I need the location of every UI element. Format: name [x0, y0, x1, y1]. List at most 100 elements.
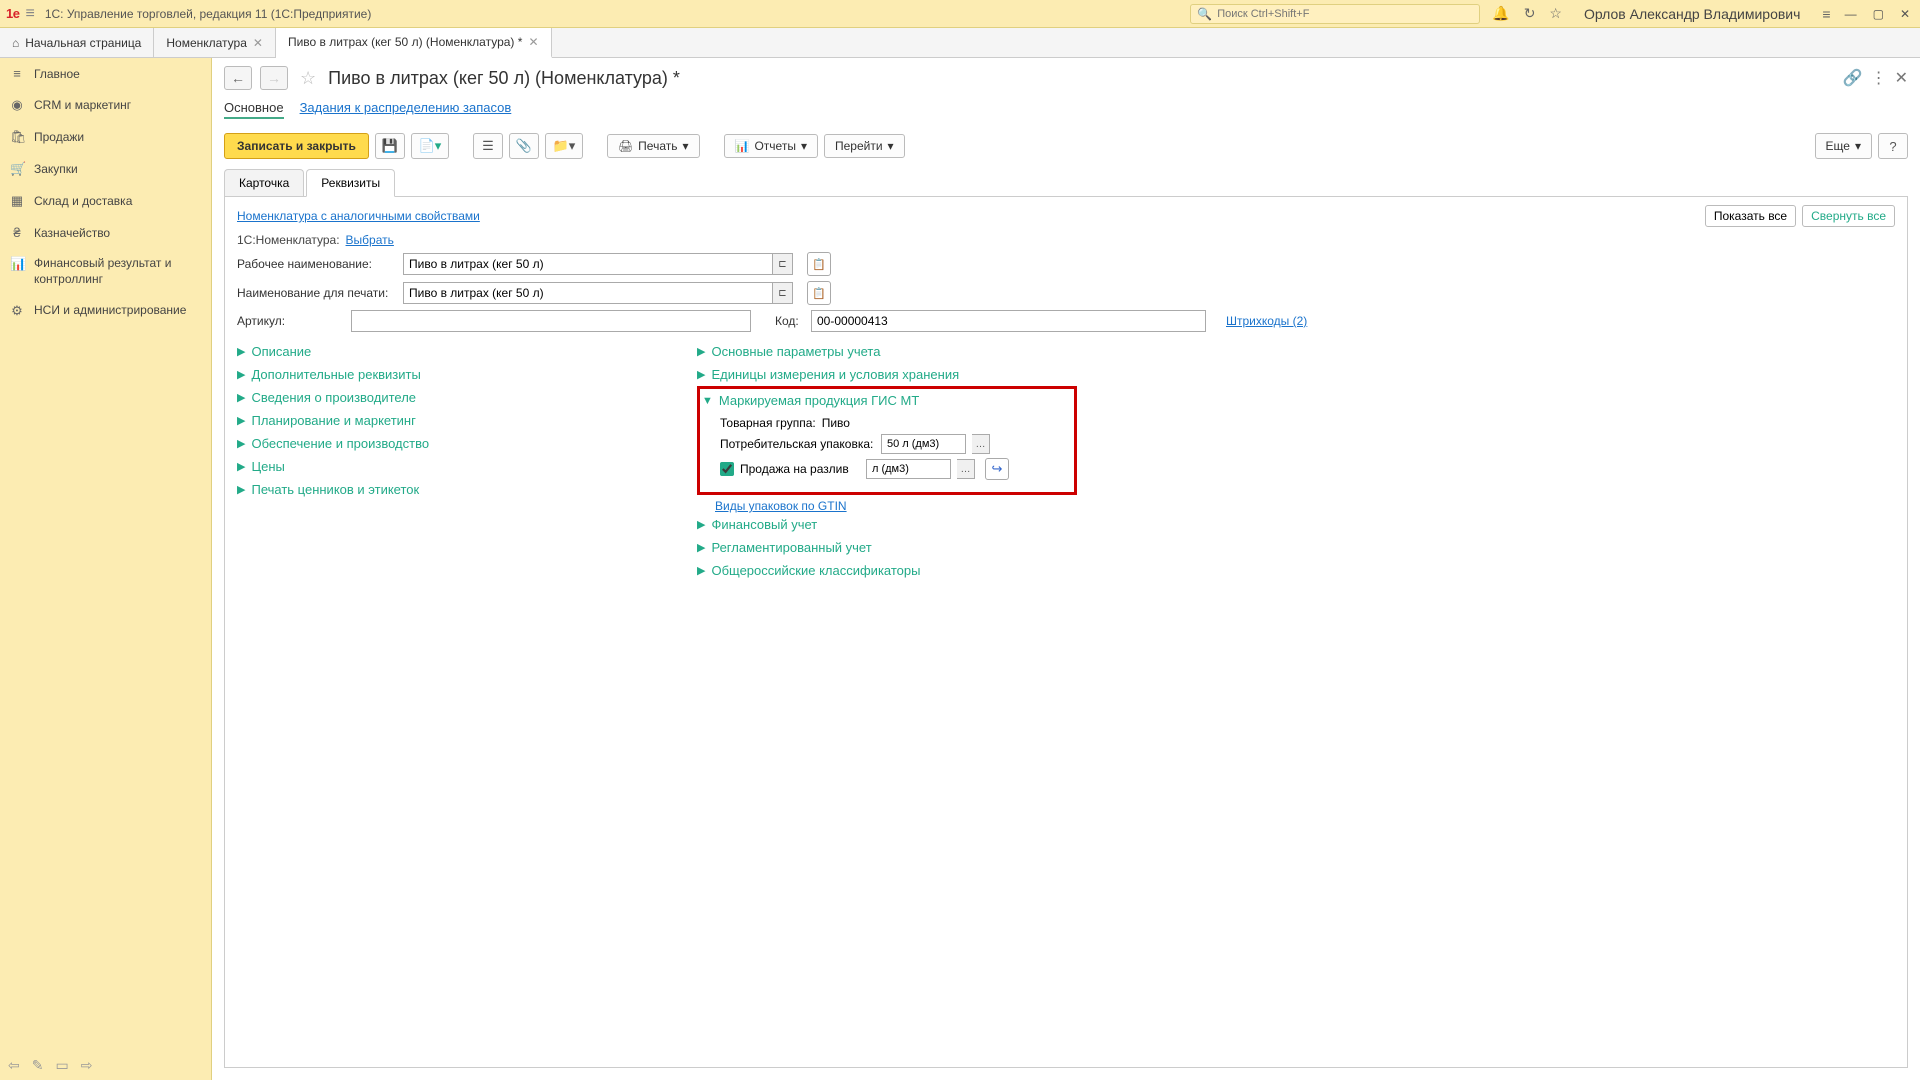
- search-icon: 🔍: [1197, 7, 1212, 21]
- titlebar: 1e ≡ 1С: Управление торговлей, редакция …: [0, 0, 1920, 28]
- help-button[interactable]: ?: [1878, 133, 1908, 159]
- group-finance-accounting[interactable]: ▶Финансовый учет: [697, 513, 1077, 536]
- user-name[interactable]: Орлов Александр Владимирович: [1584, 6, 1800, 22]
- dots-icon[interactable]: …: [972, 434, 990, 454]
- minimize-button[interactable]: —: [1841, 5, 1861, 23]
- sidebar-item-main[interactable]: ≡Главное: [0, 58, 211, 89]
- tab-requisites[interactable]: Реквизиты: [306, 169, 395, 197]
- create-based-on-button[interactable]: 📄▾: [411, 133, 449, 159]
- group-manufacturer[interactable]: ▶Сведения о производителе: [237, 386, 657, 409]
- goods-group-value: Пиво: [822, 416, 850, 430]
- subtab-main[interactable]: Основное: [224, 98, 284, 119]
- sidebar-item-warehouse[interactable]: ▦Склад и доставка: [0, 185, 211, 217]
- on-tap-checkbox[interactable]: [720, 462, 734, 476]
- work-name-label: Рабочее наименование:: [237, 257, 397, 271]
- tab-home[interactable]: ⌂ Начальная страница: [0, 28, 154, 57]
- folder-dropdown-button[interactable]: 📁▾: [545, 133, 583, 159]
- star-icon[interactable]: ☆: [1549, 5, 1562, 22]
- content-area: ← → ☆ Пиво в литрах (кег 50 л) (Номенкла…: [212, 58, 1920, 1080]
- nav-forward-button[interactable]: →: [260, 66, 288, 90]
- group-prices[interactable]: ▶Цены: [237, 455, 657, 478]
- group-units-storage[interactable]: ▶Единицы измерения и условия хранения: [697, 363, 1077, 386]
- group-planning[interactable]: ▶Планирование и маркетинг: [237, 409, 657, 432]
- refresh-arrow-button[interactable]: ↪: [985, 458, 1009, 480]
- detail-tabs: Карточка Реквизиты: [224, 169, 1908, 197]
- history-icon[interactable]: ↻: [1524, 5, 1536, 22]
- kebab-icon[interactable]: ⋮: [1871, 68, 1887, 88]
- app-title: 1С: Управление торговлей, редакция 11 (1…: [45, 7, 372, 21]
- group-print-labels[interactable]: ▶Печать ценников и этикеток: [237, 478, 657, 501]
- chevron-right-icon: ▶: [697, 518, 705, 531]
- list-icon: ≡: [10, 66, 24, 81]
- chevron-right-icon: ▶: [237, 437, 245, 450]
- chevron-right-icon: ▶: [237, 391, 245, 404]
- sidebar-item-crm[interactable]: ◉CRM и маркетинг: [0, 89, 211, 121]
- search-input[interactable]: [1217, 8, 1473, 20]
- list-button[interactable]: ☰: [473, 133, 503, 159]
- sidebar-item-admin[interactable]: ⚙НСИ и администрирование: [0, 295, 211, 328]
- edit-icon[interactable]: ✎: [32, 1057, 44, 1074]
- code-label: Код:: [775, 314, 805, 328]
- copy-print-name-button[interactable]: 📋: [807, 281, 831, 305]
- goto-button[interactable]: Перейти▾: [824, 134, 905, 158]
- group-regulated-accounting[interactable]: ▶Регламентированный учет: [697, 536, 1077, 559]
- search-box[interactable]: 🔍: [1190, 4, 1480, 24]
- work-name-input[interactable]: [403, 253, 773, 275]
- nav-back-button[interactable]: ←: [224, 66, 252, 90]
- bell-icon[interactable]: 🔔: [1492, 5, 1509, 22]
- goods-group-label: Товарная группа:: [720, 416, 816, 430]
- group-extra-requisites[interactable]: ▶Дополнительные реквизиты: [237, 363, 657, 386]
- main-menu-icon[interactable]: ≡: [25, 5, 34, 23]
- tab-nomenclature[interactable]: Номенклатура ✕: [154, 28, 276, 57]
- close-icon[interactable]: ✕: [528, 35, 538, 49]
- on-tap-input[interactable]: [866, 459, 951, 479]
- subtab-stock-tasks[interactable]: Задания к распределению запасов: [300, 98, 512, 119]
- sidebar-item-sales[interactable]: 🛍Продажи: [0, 121, 211, 153]
- reports-button[interactable]: 📊Отчеты▾: [724, 134, 818, 158]
- close-button[interactable]: ✕: [1896, 5, 1914, 23]
- group-accounting-params[interactable]: ▶Основные параметры учета: [697, 340, 1077, 363]
- close-page-icon[interactable]: ✕: [1895, 68, 1908, 88]
- barcodes-link[interactable]: Штрихкоды (2): [1226, 314, 1307, 328]
- favorite-icon[interactable]: ☆: [300, 68, 316, 89]
- show-all-button[interactable]: Показать все: [1705, 205, 1796, 227]
- maximize-button[interactable]: ▢: [1869, 5, 1888, 23]
- code-input[interactable]: [811, 310, 1206, 332]
- copy-work-name-button[interactable]: 📋: [807, 252, 831, 276]
- group-marking[interactable]: ▼Маркируемая продукция ГИС МТ: [702, 389, 1066, 412]
- sidebar-item-treasury[interactable]: ₴Казначейство: [0, 217, 211, 248]
- settings-icon[interactable]: ≡: [1822, 6, 1830, 22]
- save-button[interactable]: 💾: [375, 133, 405, 159]
- collapse-all-button[interactable]: Свернуть все: [1802, 205, 1895, 227]
- page-subtabs: Основное Задания к распределению запасов: [212, 94, 1920, 127]
- chevron-right-icon: ▶: [697, 541, 705, 554]
- dots-icon[interactable]: …: [957, 459, 975, 479]
- print-name-input[interactable]: [403, 282, 773, 304]
- article-input[interactable]: [351, 310, 751, 332]
- forward-icon[interactable]: ⇨: [81, 1057, 93, 1074]
- print-name-label: Наименование для печати:: [237, 286, 397, 300]
- sidebar-item-purchases[interactable]: 🛒Закупки: [0, 153, 211, 185]
- gtin-packs-link[interactable]: Виды упаковок по GTIN: [715, 499, 847, 513]
- link-icon[interactable]: 🔗: [1843, 68, 1863, 88]
- back-icon[interactable]: ⇦: [8, 1057, 20, 1074]
- content-header: ← → ☆ Пиво в литрах (кег 50 л) (Номенкла…: [212, 58, 1920, 94]
- attach-button[interactable]: 📎: [509, 133, 539, 159]
- close-icon[interactable]: ✕: [253, 36, 263, 50]
- save-close-button[interactable]: Записать и закрыть: [224, 133, 369, 159]
- dropdown-icon[interactable]: ⊏: [773, 282, 793, 304]
- print-button[interactable]: 🖨Печать▾: [607, 134, 700, 158]
- dropdown-icon[interactable]: ⊏: [773, 253, 793, 275]
- bag-icon: 🛍: [10, 129, 24, 145]
- tab-card[interactable]: Карточка: [224, 169, 304, 196]
- more-button[interactable]: Еще▾: [1815, 133, 1872, 159]
- group-supply-production[interactable]: ▶Обеспечение и производство: [237, 432, 657, 455]
- nomen-1c-pick[interactable]: Выбрать: [346, 233, 394, 247]
- group-classifiers[interactable]: ▶Общероссийские классификаторы: [697, 559, 1077, 582]
- sidebar-item-finance[interactable]: 📊Финансовый результат и контроллинг: [0, 248, 211, 295]
- window-icon[interactable]: ▭: [55, 1057, 68, 1074]
- tab-beer-keg[interactable]: Пиво в литрах (кег 50 л) (Номенклатура) …: [276, 28, 552, 58]
- group-description[interactable]: ▶Описание: [237, 340, 657, 363]
- consumer-pack-input[interactable]: [881, 434, 966, 454]
- similar-link[interactable]: Номенклатура с аналогичными свойствами: [237, 209, 480, 223]
